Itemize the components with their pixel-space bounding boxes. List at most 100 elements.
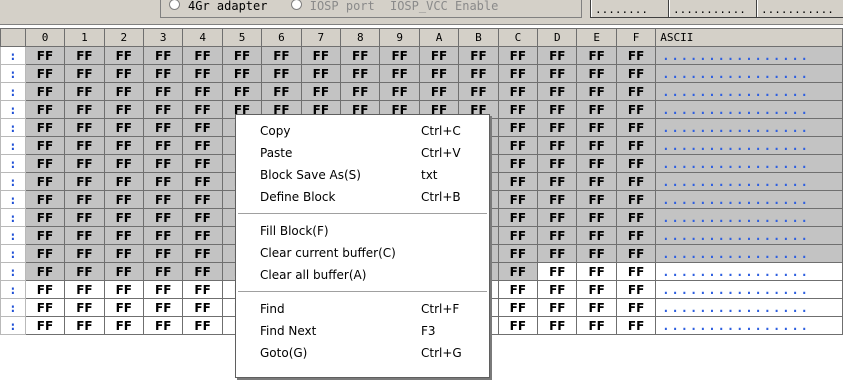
hex-byte-cell[interactable]: FF (103, 118, 145, 137)
hex-byte-cell[interactable]: FF (300, 46, 342, 65)
hex-byte-cell[interactable]: FF (143, 118, 184, 137)
hex-byte-cell[interactable]: FF (537, 262, 578, 281)
ascii-cell[interactable]: ................ (655, 172, 843, 191)
hex-byte-cell[interactable]: FF (615, 244, 657, 263)
hex-byte-cell[interactable]: FF (143, 46, 184, 65)
hex-byte-cell[interactable]: FF (143, 100, 184, 119)
hex-byte-cell[interactable]: FF (340, 64, 381, 83)
hex-byte-cell[interactable]: FF (576, 262, 617, 281)
hex-byte-cell[interactable]: FF (143, 136, 184, 155)
hex-byte-cell[interactable]: FF (379, 82, 420, 101)
hex-byte-cell[interactable]: FF (182, 190, 223, 209)
menu-item-define-block[interactable]: Define Block Ctrl+B (236, 187, 489, 207)
hex-byte-cell[interactable]: FF (458, 46, 499, 65)
hex-byte-cell[interactable]: FF (182, 226, 223, 245)
hex-byte-cell[interactable]: FF (576, 298, 617, 317)
hex-byte-cell[interactable]: FF (497, 100, 539, 119)
hex-byte-cell[interactable]: FF (103, 190, 145, 209)
hex-byte-cell[interactable]: FF (537, 154, 578, 173)
hex-byte-cell[interactable]: FF (537, 64, 578, 83)
hex-byte-cell[interactable]: FF (103, 82, 145, 101)
hex-byte-cell[interactable]: FF (261, 46, 302, 65)
hex-byte-cell[interactable]: FF (576, 280, 617, 299)
ascii-cell[interactable]: ................ (655, 262, 843, 281)
hex-byte-cell[interactable]: FF (537, 46, 578, 65)
ascii-cell[interactable]: ................ (655, 208, 843, 227)
hex-byte-cell[interactable]: FF (576, 82, 617, 101)
ascii-cell[interactable]: ................ (655, 46, 843, 65)
hex-byte-cell[interactable]: FF (143, 298, 184, 317)
hex-byte-cell[interactable]: FF (182, 64, 223, 83)
adapter-radio-icon[interactable] (169, 0, 180, 10)
hex-byte-cell[interactable]: FF (182, 244, 223, 263)
hex-byte-cell[interactable]: FF (261, 64, 302, 83)
iosp-port-radio-icon[interactable] (290, 0, 302, 10)
hex-byte-cell[interactable]: FF (103, 64, 145, 83)
ascii-cell[interactable]: ................ (655, 190, 843, 209)
hex-byte-cell[interactable]: FF (182, 298, 223, 317)
menu-item-clear-all-buffer-a[interactable]: Clear all buffer(A) (236, 265, 489, 285)
hex-byte-cell[interactable]: FF (143, 262, 184, 281)
menu-item-copy[interactable]: Copy Ctrl+C (236, 121, 489, 141)
hex-byte-cell[interactable]: FF (537, 82, 578, 101)
hex-byte-cell[interactable]: FF (615, 190, 657, 209)
hex-byte-cell[interactable]: FF (576, 172, 617, 191)
hex-byte-cell[interactable]: FF (24, 244, 66, 263)
hex-byte-cell[interactable]: FF (537, 244, 578, 263)
ascii-cell[interactable]: ................ (655, 154, 843, 173)
hex-byte-cell[interactable]: FF (221, 64, 263, 83)
hex-byte-cell[interactable]: FF (615, 280, 657, 299)
hex-byte-cell[interactable]: FF (182, 118, 223, 137)
hex-byte-cell[interactable]: FF (143, 244, 184, 263)
menu-item-goto-g[interactable]: Goto(G) Ctrl+G (236, 343, 489, 363)
hex-byte-cell[interactable]: FF (497, 136, 539, 155)
hex-byte-cell[interactable]: FF (615, 208, 657, 227)
hex-byte-cell[interactable]: FF (497, 244, 539, 263)
hex-byte-cell[interactable]: FF (24, 172, 66, 191)
hex-byte-cell[interactable]: FF (182, 262, 223, 281)
hex-byte-cell[interactable]: FF (340, 82, 381, 101)
hex-byte-cell[interactable]: FF (576, 154, 617, 173)
hex-byte-cell[interactable]: FF (64, 118, 105, 137)
hex-byte-cell[interactable]: FF (64, 154, 105, 173)
hex-byte-cell[interactable]: FF (24, 316, 66, 335)
hex-byte-cell[interactable]: FF (615, 154, 657, 173)
hex-byte-cell[interactable]: FF (182, 208, 223, 227)
hex-byte-cell[interactable]: FF (24, 64, 66, 83)
hex-byte-cell[interactable]: FF (103, 136, 145, 155)
hex-byte-cell[interactable]: FF (103, 316, 145, 335)
ascii-cell[interactable]: ................ (655, 100, 843, 119)
hex-byte-cell[interactable]: FF (576, 64, 617, 83)
hex-byte-cell[interactable]: FF (64, 244, 105, 263)
hex-byte-cell[interactable]: FF (418, 64, 460, 83)
hex-byte-cell[interactable]: FF (379, 64, 420, 83)
hex-byte-cell[interactable]: FF (182, 136, 223, 155)
hex-byte-cell[interactable]: FF (182, 172, 223, 191)
hex-byte-cell[interactable]: FF (24, 154, 66, 173)
hex-byte-cell[interactable]: FF (576, 136, 617, 155)
hex-byte-cell[interactable]: FF (537, 208, 578, 227)
hex-byte-cell[interactable]: FF (497, 154, 539, 173)
hex-byte-cell[interactable]: FF (497, 190, 539, 209)
toolbar-button-2[interactable]: ........... (668, 0, 758, 18)
hex-byte-cell[interactable]: FF (64, 172, 105, 191)
ascii-cell[interactable]: ................ (655, 298, 843, 317)
hex-byte-cell[interactable]: FF (615, 136, 657, 155)
hex-byte-cell[interactable]: FF (24, 280, 66, 299)
hex-byte-cell[interactable]: FF (615, 118, 657, 137)
hex-byte-cell[interactable]: FF (300, 64, 342, 83)
ascii-cell[interactable]: ................ (655, 226, 843, 245)
hex-byte-cell[interactable]: FF (576, 46, 617, 65)
hex-byte-cell[interactable]: FF (64, 298, 105, 317)
menu-item-fill-block-f[interactable]: Fill Block(F) (236, 221, 489, 241)
menu-item-find[interactable]: Find Ctrl+F (236, 299, 489, 319)
hex-byte-cell[interactable]: FF (182, 82, 223, 101)
hex-byte-cell[interactable]: FF (143, 280, 184, 299)
hex-byte-cell[interactable]: FF (576, 118, 617, 137)
ascii-cell[interactable]: ................ (655, 118, 843, 137)
hex-byte-cell[interactable]: FF (182, 280, 223, 299)
hex-byte-cell[interactable]: FF (103, 262, 145, 281)
ascii-cell[interactable]: ................ (655, 64, 843, 83)
hex-byte-cell[interactable]: FF (103, 46, 145, 65)
hex-byte-cell[interactable]: FF (64, 262, 105, 281)
